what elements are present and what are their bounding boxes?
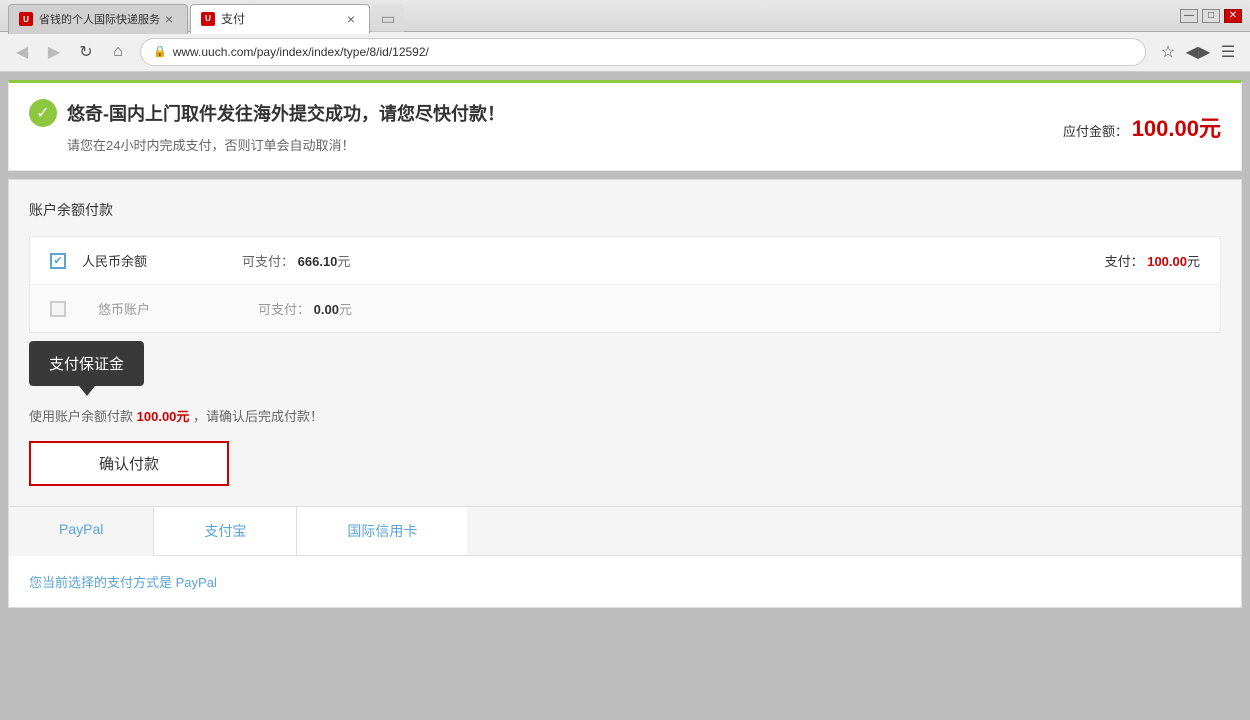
- minimize-button[interactable]: —: [1180, 9, 1198, 23]
- inner-payment: 账户余额付款 ✔ 人民币余额 可支付： 666.10元: [9, 180, 1241, 333]
- refresh-button[interactable]: ↻: [72, 38, 100, 66]
- confirm-payment-button[interactable]: 确认付款: [29, 441, 229, 486]
- rmb-checkbox[interactable]: ✔: [50, 253, 66, 269]
- new-tab-area[interactable]: ▭: [372, 4, 404, 34]
- youbi-available: 可支付： 0.00元: [258, 299, 352, 318]
- tab-2-close[interactable]: ×: [343, 11, 359, 27]
- rmb-pay-value: 100.00: [1147, 254, 1187, 269]
- rmb-pay-label: 支付：: [1105, 254, 1144, 269]
- amount-label: 应付金额： 100.00元: [1063, 111, 1221, 143]
- tab-2-icon: U: [201, 12, 215, 26]
- success-icon: ✓: [29, 99, 57, 127]
- confirm-text: 使用账户余额付款 100.00元 ，请确认后完成付款！: [29, 406, 323, 425]
- page-content: ✓ 悠奇-国内上门取件发往海外提交成功，请您尽快付款！ 请您在24小时内完成支付…: [0, 72, 1250, 720]
- rmb-available: 可支付： 666.10元: [242, 251, 350, 270]
- nav-bar: ◀ ▶ ↻ ⌂ 🔒 www.uuch.com/pay/index/index/t…: [0, 32, 1250, 72]
- browser-window: U 省钱的个人国际快递服务 × U 支付 × ▭ — □ ✕ ◀ ▶ ↻ ⌂ 🔒…: [0, 0, 1250, 720]
- confirm-suffix: ，请确认后完成付款！: [193, 409, 323, 424]
- tab-1-title: 省钱的个人国际快递服务: [39, 11, 160, 27]
- confirm-prefix: 使用账户余额付款: [29, 409, 133, 424]
- rmb-pay-amount: 支付： 100.00元: [1105, 251, 1200, 270]
- youbi-avail-label: 可支付：: [258, 302, 310, 317]
- title-bar: U 省钱的个人国际快递服务 × U 支付 × ▭ — □ ✕: [0, 0, 1250, 32]
- credit-tab-label: 国际信用卡: [347, 523, 417, 539]
- tab-1[interactable]: U 省钱的个人国际快递服务 ×: [8, 4, 188, 34]
- tooltip-area: 支付保证金: [29, 341, 144, 396]
- tooltip-arrow: [79, 386, 95, 396]
- tab-2-title: 支付: [221, 10, 245, 27]
- selected-payment-text: 您当前选择的支付方式是 PayPal: [29, 575, 217, 590]
- back-button[interactable]: ◀: [8, 38, 36, 66]
- confirm-amount-currency: 元: [176, 409, 189, 424]
- selected-payment-area: 您当前选择的支付方式是 PayPal: [9, 556, 1241, 607]
- youbi-avail-currency: 元: [339, 302, 352, 317]
- section-title: 账户余额付款: [29, 200, 1221, 220]
- lock-icon: 🔒: [153, 45, 167, 58]
- selected-prefix: 您当前选择的支付方式是: [29, 575, 172, 590]
- selected-method: PayPal: [176, 575, 217, 590]
- account-payment-section: 账户余额付款 ✔ 人民币余额 可支付： 666.10元: [8, 179, 1242, 608]
- amount-number: 100.00: [1132, 116, 1199, 141]
- history-button[interactable]: ◀▶: [1184, 38, 1212, 66]
- success-banner: ✓ 悠奇-国内上门取件发往海外提交成功，请您尽快付款！ 请您在24小时内完成支付…: [8, 80, 1242, 171]
- tooltip-title: 支付保证金: [49, 356, 124, 373]
- tooltip-box: 支付保证金: [29, 341, 144, 386]
- success-title-text: 悠奇-国内上门取件发往海外提交成功，请您尽快付款！: [67, 100, 505, 126]
- youbi-checkbox-wrapper[interactable]: [50, 301, 66, 317]
- credit-tab[interactable]: 国际信用卡: [297, 507, 467, 555]
- address-bar[interactable]: 🔒 www.uuch.com/pay/index/index/type/8/id…: [140, 38, 1146, 66]
- paypal-tab[interactable]: PayPal: [9, 507, 154, 556]
- payment-tabs-section: PayPal 支付宝 国际信用卡 您当前选择的支付方式是 PayPal: [9, 506, 1241, 607]
- address-text: www.uuch.com/pay/index/index/type/8/id/1…: [173, 45, 429, 59]
- amount-currency: 元: [1199, 116, 1221, 141]
- tab-2[interactable]: U 支付 ×: [190, 4, 370, 34]
- confirm-button-area: 确认付款: [9, 441, 1241, 506]
- tab-1-icon: U: [19, 12, 33, 26]
- success-title-row: ✓ 悠奇-国内上门取件发往海外提交成功，请您尽快付款！: [29, 99, 1221, 127]
- success-subtitle: 请您在24小时内完成支付，否则订单会自动取消！: [67, 135, 1221, 154]
- home-button[interactable]: ⌂: [104, 38, 132, 66]
- forward-button[interactable]: ▶: [40, 38, 68, 66]
- amount-value: 100.00元: [1132, 116, 1221, 141]
- rmb-row: ✔ 人民币余额 可支付： 666.10元 支付： 100.00元: [30, 237, 1220, 285]
- maximize-button[interactable]: □: [1202, 9, 1220, 23]
- payment-tabs-row: PayPal 支付宝 国际信用卡: [9, 507, 1241, 556]
- alipay-tab-label: 支付宝: [204, 523, 246, 539]
- rmb-label: 人民币余额: [82, 251, 182, 270]
- tab-1-close[interactable]: ×: [161, 11, 177, 27]
- rmb-pay-currency: 元: [1187, 254, 1200, 269]
- bookmark-button[interactable]: ☆: [1154, 38, 1182, 66]
- rmb-avail-amount: 666.10: [298, 254, 338, 269]
- rmb-avail-currency: 元: [337, 254, 350, 269]
- balance-rows: ✔ 人民币余额 可支付： 666.10元 支付： 100.00元: [29, 236, 1221, 333]
- close-button[interactable]: ✕: [1224, 9, 1242, 23]
- alipay-tab[interactable]: 支付宝: [154, 507, 297, 555]
- youbi-avail-amount: 0.00: [314, 302, 339, 317]
- nav-right-buttons: ☆ ◀▶ ☰: [1154, 38, 1242, 66]
- confirm-amount-value: 100.00: [137, 409, 177, 424]
- rmb-check-icon: ✔: [53, 254, 62, 267]
- confirm-amount: 100.00元: [137, 409, 193, 424]
- youbi-checkbox[interactable]: [50, 301, 66, 317]
- menu-button[interactable]: ☰: [1214, 38, 1242, 66]
- action-row: 使用账户余额付款 100.00元 ，请确认后完成付款！: [9, 396, 1241, 441]
- youbi-label: 悠币账户: [98, 299, 198, 318]
- paypal-tab-label: PayPal: [59, 521, 103, 537]
- window-controls: — □ ✕: [1180, 9, 1242, 23]
- rmb-avail-label: 可支付：: [242, 254, 294, 269]
- amount-label-text: 应付金额：: [1063, 124, 1128, 139]
- overlay-area: 支付保证金: [9, 333, 1241, 396]
- youbi-row: 悠币账户 可支付： 0.00元: [30, 285, 1220, 332]
- rmb-checkbox-wrapper[interactable]: ✔: [50, 253, 66, 269]
